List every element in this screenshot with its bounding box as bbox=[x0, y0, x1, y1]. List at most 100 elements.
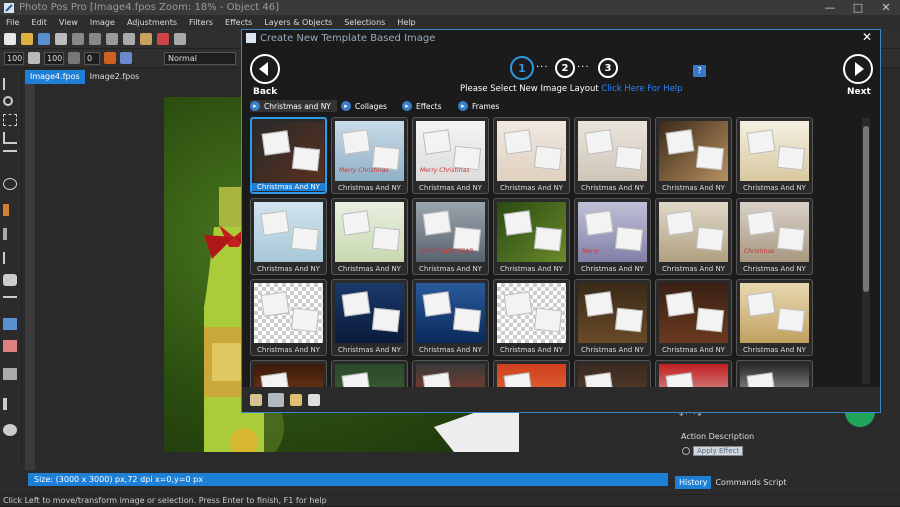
print-icon[interactable] bbox=[55, 32, 67, 45]
template-card[interactable] bbox=[493, 360, 570, 387]
hand-tool-icon[interactable] bbox=[3, 424, 17, 436]
close-icon[interactable]: ✕ bbox=[862, 30, 872, 44]
angle-field[interactable]: 0 bbox=[84, 51, 100, 65]
menu-image[interactable]: Image bbox=[84, 18, 121, 27]
menu-adjustments[interactable]: Adjustments bbox=[121, 18, 183, 27]
open-folder-icon[interactable] bbox=[21, 32, 33, 45]
pattern-icon[interactable] bbox=[120, 52, 132, 64]
template-card[interactable]: Christmas And NY bbox=[250, 117, 327, 194]
copy-icon[interactable] bbox=[123, 32, 135, 45]
template-card[interactable]: Christmas And NY bbox=[574, 117, 651, 194]
category-collages[interactable]: ▸ Collages bbox=[341, 100, 387, 112]
template-card[interactable] bbox=[574, 360, 651, 387]
lasso-tool-icon[interactable] bbox=[3, 178, 17, 190]
menu-filters[interactable]: Filters bbox=[183, 18, 219, 27]
template-card[interactable] bbox=[655, 360, 732, 387]
close-window-icon[interactable]: ✕ bbox=[872, 0, 900, 15]
brush-tool-icon[interactable] bbox=[3, 204, 9, 216]
move-tool-icon[interactable] bbox=[3, 78, 17, 90]
category-effects[interactable]: ▸ Effects bbox=[402, 100, 442, 112]
action-entry[interactable]: Apply Effect bbox=[682, 444, 774, 457]
view-small-icon[interactable] bbox=[250, 393, 262, 406]
grid-scrollbar[interactable] bbox=[862, 118, 870, 384]
template-thumbnail bbox=[659, 121, 728, 181]
maximize-icon[interactable]: □ bbox=[844, 0, 872, 15]
cut-icon[interactable] bbox=[106, 32, 118, 45]
help-icon[interactable]: ? bbox=[693, 65, 706, 77]
template-card[interactable]: HAPPY NEW YEAR Christmas And NY bbox=[412, 198, 489, 275]
blend-mode-select[interactable]: Normal bbox=[164, 52, 236, 65]
fill-tool-icon[interactable] bbox=[3, 318, 17, 330]
redo-icon[interactable] bbox=[89, 32, 101, 45]
wand-tool-icon[interactable] bbox=[3, 150, 17, 162]
template-card[interactable]: Christmas And NY bbox=[331, 198, 408, 275]
shape-tool-icon[interactable] bbox=[3, 274, 17, 286]
template-card[interactable]: Christmas And NY bbox=[412, 279, 489, 356]
template-card[interactable]: Christmas And NY bbox=[736, 279, 813, 356]
crop-tool-icon[interactable] bbox=[3, 132, 17, 144]
eraser-tool-icon[interactable] bbox=[3, 340, 17, 352]
save-icon[interactable] bbox=[38, 32, 50, 45]
menu-effects[interactable]: Effects bbox=[219, 18, 258, 27]
template-card[interactable]: Christmas And NY bbox=[331, 279, 408, 356]
template-card[interactable] bbox=[331, 360, 408, 387]
template-card[interactable]: Christmas And NY bbox=[655, 198, 732, 275]
select-tool-icon[interactable] bbox=[3, 114, 17, 126]
undo-icon[interactable] bbox=[72, 32, 84, 45]
tab-history[interactable]: History bbox=[675, 476, 712, 489]
color-swatch-icon[interactable] bbox=[104, 52, 116, 64]
template-card[interactable]: Christmas And NY bbox=[574, 279, 651, 356]
template-card[interactable]: Merry Christmas And NY bbox=[574, 198, 651, 275]
template-card[interactable]: Christmas And NY bbox=[250, 279, 327, 356]
new-file-icon[interactable] bbox=[4, 32, 16, 45]
tab-image2[interactable]: Image2.fpos bbox=[85, 70, 145, 84]
zoom-icon[interactable] bbox=[174, 32, 186, 45]
template-card[interactable]: Christmas And NY bbox=[736, 117, 813, 194]
menu-help[interactable]: Help bbox=[391, 18, 421, 27]
category-frames[interactable]: ▸ Frames bbox=[458, 100, 499, 112]
template-card[interactable]: Merry Christmas Christmas And NY bbox=[412, 117, 489, 194]
line-tool-icon[interactable] bbox=[3, 296, 17, 308]
back-arrow-icon[interactable] bbox=[250, 54, 280, 84]
size-field[interactable]: 100 bbox=[4, 51, 24, 65]
paste-icon[interactable] bbox=[140, 32, 152, 45]
pencil-tool-icon[interactable] bbox=[3, 228, 7, 240]
zoom-tool-icon[interactable] bbox=[3, 96, 13, 106]
menu-edit[interactable]: Edit bbox=[25, 18, 53, 27]
photo-placeholder bbox=[290, 307, 320, 333]
next-arrow-icon[interactable] bbox=[843, 54, 873, 84]
help-link[interactable]: Click Here For Help bbox=[601, 84, 682, 94]
view-medium-icon[interactable] bbox=[268, 392, 284, 407]
delete-icon[interactable] bbox=[157, 32, 169, 45]
template-card[interactable]: Christmas And NY bbox=[493, 198, 570, 275]
template-card[interactable] bbox=[250, 360, 327, 387]
template-caption: Christmas And NY bbox=[338, 346, 401, 354]
menu-file[interactable]: File bbox=[0, 18, 25, 27]
menu-selections[interactable]: Selections bbox=[338, 18, 391, 27]
menu-view[interactable]: View bbox=[53, 18, 84, 27]
clone-tool-icon[interactable] bbox=[3, 368, 17, 380]
template-card[interactable]: Christmas Christmas And NY bbox=[736, 198, 813, 275]
template-card[interactable]: Christmas And NY bbox=[493, 117, 570, 194]
eyedropper-tool-icon[interactable] bbox=[3, 398, 7, 410]
opacity-field[interactable]: 100 bbox=[44, 51, 64, 65]
scrollbar-thumb[interactable] bbox=[863, 126, 869, 292]
view-list-icon[interactable] bbox=[308, 393, 320, 406]
text-tool-icon[interactable] bbox=[3, 252, 17, 264]
template-card[interactable] bbox=[736, 360, 813, 387]
tab-commands-script[interactable]: Commands Script bbox=[711, 476, 790, 489]
template-card[interactable]: Christmas And NY bbox=[655, 279, 732, 356]
menu-layers-objects[interactable]: Layers & Objects bbox=[258, 18, 338, 27]
next-label[interactable]: Next bbox=[847, 87, 871, 97]
help-hint-bar: Click Left to move/transform image or se… bbox=[0, 494, 900, 506]
tab-image4[interactable]: Image4.fpos bbox=[25, 70, 85, 84]
template-card[interactable]: Merry Christmas Christmas And NY bbox=[331, 117, 408, 194]
template-card[interactable]: Christmas And NY bbox=[493, 279, 570, 356]
view-large-icon[interactable] bbox=[290, 393, 302, 406]
template-card[interactable]: Christmas And NY bbox=[250, 198, 327, 275]
template-card[interactable]: Christmas And NY bbox=[655, 117, 732, 194]
back-label[interactable]: Back bbox=[253, 87, 277, 97]
category-christmas[interactable]: ▸ Christmas and NY bbox=[250, 100, 337, 112]
minimize-icon[interactable]: — bbox=[816, 0, 844, 15]
template-card[interactable] bbox=[412, 360, 489, 387]
